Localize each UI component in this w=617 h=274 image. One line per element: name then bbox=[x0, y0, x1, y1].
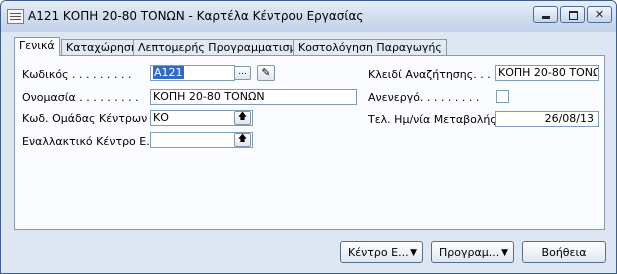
search-key-field[interactable]: ΚΟΠΗ 20-80 ΤΟΝΩΝ bbox=[495, 65, 599, 81]
window-title: A121 ΚΟΠΗ 20-80 ΤΟΝΩΝ - Καρτέλα Κέντρου … bbox=[28, 9, 364, 23]
planning-menu-label: Προγραμ... bbox=[439, 246, 500, 259]
help-button[interactable]: Βοήθεια bbox=[522, 241, 606, 263]
code-lookup-button[interactable]: ... bbox=[234, 66, 251, 80]
last-modified-field[interactable]: 26/08/13 bbox=[495, 111, 599, 127]
alt-center-label: Εναλλακτικό Κέντρο Ε... bbox=[22, 135, 157, 148]
name-label: Ονομασία . . . . . . . . . bbox=[22, 91, 139, 104]
minimize-icon bbox=[542, 16, 550, 19]
dropdown-arrow-icon: ▼ bbox=[501, 248, 508, 258]
planning-menu-button[interactable]: Προγραμ... ▼ bbox=[431, 241, 514, 263]
inactive-label: Ανενεργό. . . . . . . . . bbox=[368, 91, 480, 104]
tab-posting[interactable]: Καταχώρηση bbox=[61, 39, 143, 55]
tab-detailed-scheduling[interactable]: Λεπτομερής Προγραμματισμός bbox=[133, 39, 315, 55]
close-icon: ✕ bbox=[594, 8, 605, 21]
form-icon bbox=[7, 9, 24, 24]
close-button[interactable]: ✕ bbox=[587, 6, 612, 23]
help-label: Βοήθεια bbox=[541, 246, 587, 259]
group-code-label: Κωδ. Ομάδας Κέντρων . . . bbox=[22, 112, 169, 125]
dropdown-arrow-icon: ▼ bbox=[410, 248, 417, 258]
edit-button[interactable]: ✎ bbox=[257, 65, 275, 81]
ellipsis-icon: ... bbox=[238, 67, 247, 77]
maximize-icon bbox=[569, 11, 578, 20]
group-code-lookup-button[interactable]: 🡅 bbox=[234, 111, 251, 125]
general-tab-panel: Κωδικός . . . . . . . . . A121 ... ✎ Ονο… bbox=[14, 55, 605, 230]
up-arrow-icon: 🡅 bbox=[237, 112, 248, 122]
name-field[interactable]: ΚΟΠΗ 20-80 ΤΟΝΩΝ bbox=[150, 89, 357, 105]
code-label: Κωδικός . . . . . . . . . bbox=[22, 68, 132, 81]
work-center-menu-label: Κέντρο Ε... bbox=[348, 246, 409, 259]
tab-general[interactable]: Γενικά bbox=[14, 37, 60, 56]
up-arrow-icon: 🡅 bbox=[237, 134, 248, 144]
maximize-button[interactable] bbox=[560, 6, 585, 23]
title-bar[interactable]: A121 ΚΟΠΗ 20-80 ΤΟΝΩΝ - Καρτέλα Κέντρου … bbox=[1, 1, 616, 32]
last-modified-label: Τελ. Ημ/νία Μεταβολής . bbox=[368, 113, 504, 126]
pencil-icon: ✎ bbox=[261, 66, 271, 79]
work-center-menu-button[interactable]: Κέντρο Ε... ▼ bbox=[340, 241, 423, 263]
minimize-button[interactable] bbox=[533, 6, 558, 23]
code-field[interactable]: A121 bbox=[150, 65, 235, 81]
search-key-label: Κλειδί Αναζήτησης. . . . bbox=[368, 68, 498, 81]
inactive-checkbox[interactable] bbox=[496, 90, 509, 103]
code-value: A121 bbox=[153, 66, 184, 79]
tab-production-costing[interactable]: Κοστολόγηση Παραγωγής bbox=[293, 39, 447, 55]
work-center-card-window: A121 ΚΟΠΗ 20-80 ΤΟΝΩΝ - Καρτέλα Κέντρου … bbox=[0, 0, 617, 274]
alt-center-lookup-button[interactable]: 🡅 bbox=[234, 133, 251, 147]
